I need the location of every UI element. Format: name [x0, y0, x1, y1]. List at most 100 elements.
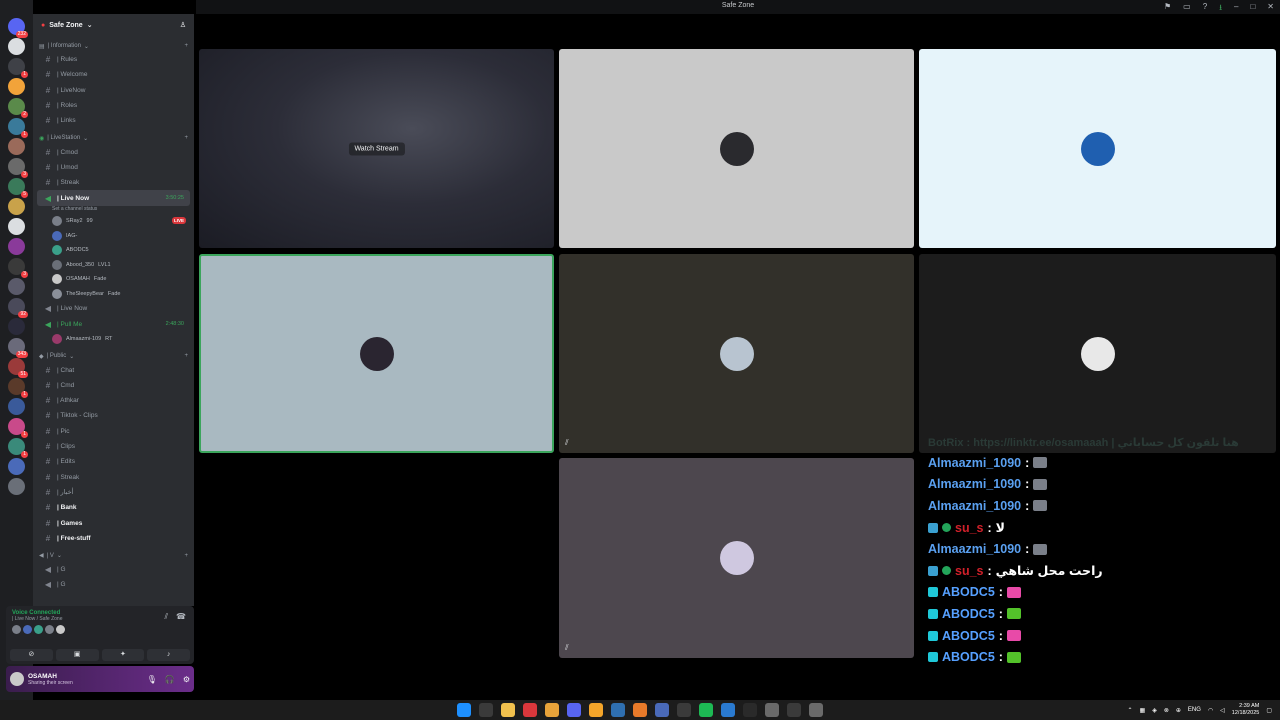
taskbar-app-icon[interactable] [589, 703, 603, 717]
server-icon[interactable] [8, 38, 25, 55]
clock[interactable]: 2:39 AM 12/18/2025 [1232, 703, 1260, 717]
text-channel[interactable]: # | Roles [37, 98, 190, 113]
add-channel-icon[interactable]: + [184, 135, 188, 141]
voice-user[interactable]: ABODC5 [33, 243, 194, 258]
taskbar-app-icon[interactable] [699, 703, 713, 717]
server-icon[interactable]: 1 [8, 438, 28, 458]
voice-user[interactable]: OSAMAH Fade [33, 272, 194, 287]
channel-status[interactable]: Set a channel status [33, 206, 194, 214]
server-icon[interactable]: 3 [8, 158, 28, 178]
taskbar-app-icon[interactable] [677, 703, 691, 717]
taskbar-app-icon[interactable] [501, 703, 515, 717]
taskbar-app-icon[interactable] [545, 703, 559, 717]
server-icon[interactable]: 1 [8, 58, 28, 78]
voice-channel[interactable]: ◀ | G [37, 562, 190, 577]
voice-user[interactable]: IAG- [33, 228, 194, 243]
participant-tile[interactable] [559, 49, 914, 248]
microphone-icon[interactable]: 🎙 [147, 675, 157, 684]
watch-stream-button[interactable]: Watch Stream [348, 142, 405, 155]
text-channel[interactable]: # | Tiktok - Clips [37, 408, 190, 423]
server-icon[interactable]: 343 [8, 338, 28, 358]
tray-app-icon[interactable]: ◈ [1152, 707, 1157, 714]
voice-user[interactable]: Abood_350 LVL1 [33, 257, 194, 272]
stream-tile[interactable]: Watch Stream [199, 49, 554, 248]
voice-channel[interactable]: ◀ | G [37, 577, 190, 592]
server-icon[interactable]: 3 [8, 258, 28, 278]
text-channel[interactable]: # | Cmod [37, 144, 190, 159]
screen-share-button[interactable]: ▣ [55, 649, 99, 661]
category-livestation[interactable]: ◉ | LiveStation ⌄ + [33, 132, 194, 144]
server-icon[interactable]: 92 [8, 298, 28, 318]
participant-tile[interactable]: ⫽ [559, 458, 914, 658]
voice-user[interactable]: SRay2 99 LIVE [33, 214, 194, 229]
camera-off-button[interactable]: ⊘ [10, 649, 53, 661]
category-information[interactable]: ▤ | Information ⌄ + [33, 40, 194, 52]
server-icon[interactable] [8, 318, 25, 335]
tray-app-icon[interactable]: ⊗ [1164, 707, 1169, 714]
text-channel[interactable]: # | Streak [37, 175, 190, 190]
chevron-up-icon[interactable]: ⌃ [1128, 707, 1133, 714]
server-icon[interactable] [8, 398, 25, 415]
taskbar-app-icon[interactable] [523, 703, 537, 717]
voice-channel-pull-me[interactable]: ◀ | Pull Me 2:48:30 [37, 317, 190, 332]
server-icon[interactable]: 1 [8, 118, 28, 138]
server-icon[interactable]: 2 [8, 98, 28, 118]
server-icon[interactable] [8, 218, 25, 235]
add-channel-icon[interactable]: + [184, 553, 188, 559]
tray-app-icon[interactable]: ⊕ [1176, 707, 1181, 714]
server-icon[interactable]: 1 [8, 378, 28, 398]
taskbar-app-icon[interactable] [765, 703, 779, 717]
taskbar-app-icon[interactable] [787, 703, 801, 717]
taskbar-app-icon[interactable] [457, 703, 471, 717]
taskbar-app-icon[interactable] [567, 703, 581, 717]
text-channel[interactable]: # | Welcome [37, 67, 190, 82]
server-icon[interactable] [8, 278, 25, 295]
server-icon[interactable] [8, 478, 25, 495]
tray-app-icon[interactable]: ▦ [1140, 707, 1146, 714]
participant-tile[interactable] [919, 254, 1276, 453]
channel-free-stuff[interactable]: # | Free-stuff [37, 531, 190, 546]
server-icon[interactable] [8, 458, 25, 475]
category-public[interactable]: ◆ | Public ⌄ + [33, 350, 194, 362]
gear-icon[interactable]: ⚙ [183, 675, 190, 684]
participant-tile[interactable] [919, 49, 1276, 248]
server-icon[interactable] [8, 198, 25, 215]
text-channel[interactable]: # | Links [37, 113, 190, 128]
server-icon[interactable]: 5 [8, 178, 28, 198]
text-channel[interactable]: # | Clips [37, 439, 190, 454]
voice-connected-channel[interactable]: | Live Now / Safe Zone [12, 616, 188, 622]
taskbar-app-icon[interactable] [721, 703, 735, 717]
text-channel[interactable]: # | Streak [37, 470, 190, 485]
text-channel[interactable]: # | Edits [37, 454, 190, 469]
guild-header[interactable]: ● Safe Zone ⌄ ♙ [33, 14, 194, 36]
voice-channel-live-now-2[interactable]: ◀ | Live Now [37, 301, 190, 316]
taskbar-app-icon[interactable] [655, 703, 669, 717]
voice-user[interactable]: TheSleepyBear Fade [33, 287, 194, 302]
taskbar-app-icon[interactable] [611, 703, 625, 717]
channel-bank[interactable]: # | Bank [37, 500, 190, 515]
text-channel[interactable]: # | LiveNow [37, 83, 190, 98]
taskbar-app-icon[interactable] [743, 703, 757, 717]
server-icon[interactable]: 232 [8, 18, 28, 38]
voice-user[interactable]: Almaazmi-109 RT [33, 332, 194, 347]
avatar[interactable] [10, 672, 24, 686]
server-icon[interactable] [8, 78, 25, 95]
language-indicator[interactable]: ENG [1188, 707, 1201, 713]
add-member-icon[interactable]: ♙ [180, 21, 186, 29]
text-channel[interactable]: # | Chat [37, 362, 190, 377]
taskbar-app-icon[interactable] [479, 703, 493, 717]
server-icon[interactable]: 51 [8, 358, 28, 378]
headphones-icon[interactable]: 🎧 [165, 675, 175, 684]
text-channel[interactable]: # | Athkar [37, 393, 190, 408]
text-channel[interactable]: # | Cmd [37, 378, 190, 393]
soundboard-button[interactable]: ♪ [147, 649, 190, 661]
channel-games[interactable]: # | Games [37, 515, 190, 530]
taskbar-app-icon[interactable] [633, 703, 647, 717]
participant-tile[interactable]: ⫽ [559, 254, 914, 453]
noise-suppression-icon[interactable]: ⫽ [164, 612, 168, 622]
add-channel-icon[interactable]: + [184, 43, 188, 49]
add-channel-icon[interactable]: + [184, 353, 188, 359]
voice-channel-live-now[interactable]: ◀ | Live Now 3:50:25 [37, 190, 190, 206]
text-channel[interactable]: # | Rules [37, 52, 190, 67]
server-icon[interactable] [8, 138, 25, 155]
